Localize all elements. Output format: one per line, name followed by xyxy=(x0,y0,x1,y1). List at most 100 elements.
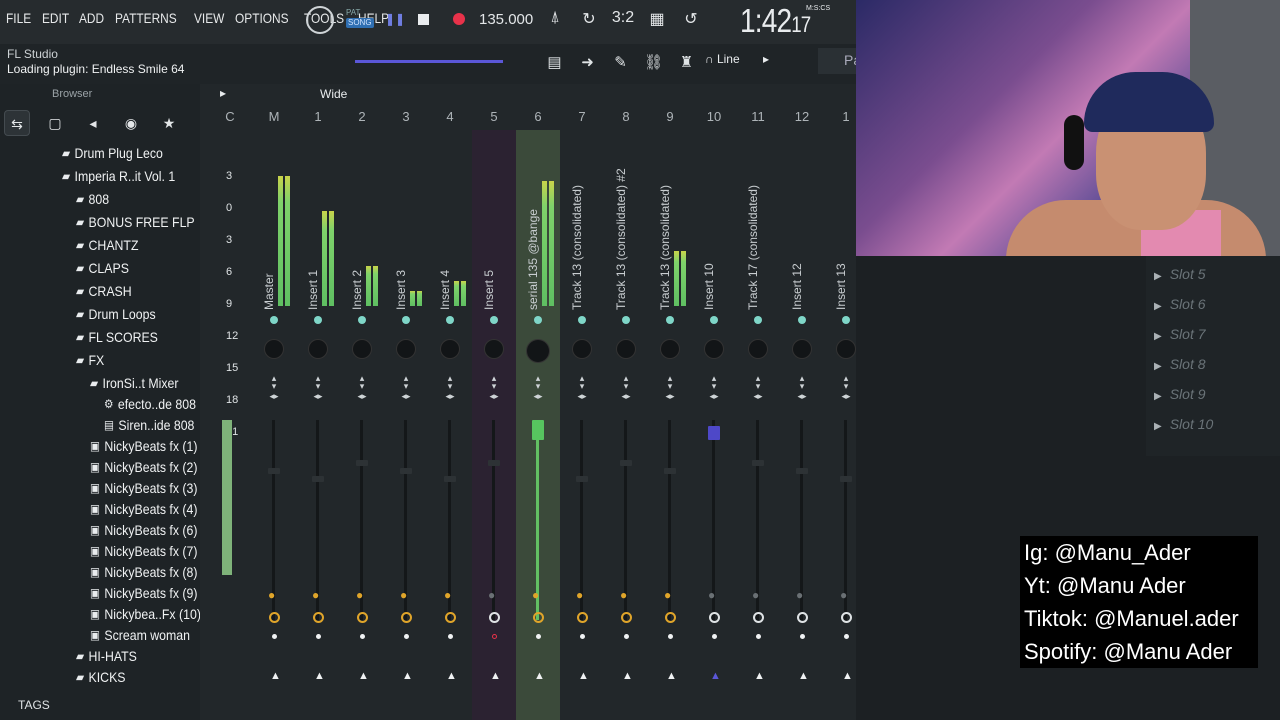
stereo-sep-arrows-icon[interactable]: ▴ ▾ xyxy=(664,374,676,391)
stereo-sep-arrows-icon[interactable]: ▴ ▾ xyxy=(796,374,808,391)
pan-knob[interactable] xyxy=(527,340,549,362)
snap-selector[interactable]: ∩ Line ▸ xyxy=(705,52,769,66)
swap-channels-icon[interactable]: ◂▸ xyxy=(532,392,544,401)
mixer-track-7[interactable]: serial 135 @bange ▴ ▾ ◂▸ ● ▲ xyxy=(516,130,560,720)
menu-edit[interactable]: EDIT xyxy=(42,10,69,26)
browser-item[interactable]: ▰ Drum Loops xyxy=(76,303,156,325)
track-name[interactable]: Master xyxy=(262,273,276,310)
volume-fader[interactable] xyxy=(444,476,456,482)
stereo-sep-arrows-icon[interactable]: ▴ ▾ xyxy=(752,374,764,391)
time-mode-label[interactable]: M:S:CS xyxy=(806,5,830,12)
piano-icon[interactable]: ▤ xyxy=(542,53,567,71)
browser-favorites-tab-icon[interactable]: ★ xyxy=(156,110,182,136)
swap-channels-icon[interactable]: ◂▸ xyxy=(356,392,368,401)
track-name[interactable]: serial 135 @bange xyxy=(526,209,540,310)
track-number[interactable]: 10 xyxy=(692,109,736,124)
arrow-right-icon[interactable]: ➜ xyxy=(575,53,600,71)
track-name[interactable]: Insert 4 xyxy=(438,270,452,310)
delay-comp-icon[interactable] xyxy=(841,612,852,623)
volume-fader[interactable] xyxy=(532,420,544,440)
volume-fader[interactable] xyxy=(576,476,588,482)
send-arrow-icon[interactable]: ▲ xyxy=(798,670,809,682)
song-position[interactable]: 1:4217 xyxy=(740,2,811,40)
stereo-sep-arrows-icon[interactable]: ▴ ▾ xyxy=(840,374,852,391)
mute-bulb-icon[interactable]: ● xyxy=(620,588,627,602)
track-name[interactable]: Track 13 (consolidated) xyxy=(570,185,584,310)
mixer-menu-arrow-icon[interactable]: ▸ xyxy=(220,86,226,100)
route-indicator[interactable] xyxy=(314,316,322,324)
pan-knob[interactable] xyxy=(705,340,723,358)
mixer-track-1[interactable]: Master ▴ ▾ ◂▸ ● ▲ xyxy=(252,130,296,720)
arm-record-icon[interactable] xyxy=(624,634,629,639)
volume-fader[interactable] xyxy=(752,460,764,466)
send-arrow-icon[interactable]: ▲ xyxy=(842,670,853,682)
mixer-track-9[interactable]: Track 13 (consolidated) #2 ▴ ▾ ◂▸ ● ▲ xyxy=(604,130,648,720)
send-arrow-icon[interactable]: ▲ xyxy=(622,670,633,682)
delay-comp-icon[interactable] xyxy=(357,612,368,623)
send-arrow-icon[interactable]: ▲ xyxy=(754,670,765,682)
menu-add[interactable]: ADD xyxy=(79,10,104,26)
send-arrow-icon[interactable]: ▲ xyxy=(578,670,589,682)
mute-bulb-icon[interactable]: ● xyxy=(312,588,319,602)
mute-bulb-icon[interactable]: ● xyxy=(576,588,583,602)
volume-fader[interactable] xyxy=(708,426,720,440)
delay-comp-icon[interactable] xyxy=(313,612,324,623)
browser-item[interactable]: ▣ Nickybea..Fx (10) xyxy=(90,603,201,625)
wait-for-input-icon[interactable]: ↻ xyxy=(577,9,601,29)
route-indicator[interactable] xyxy=(710,316,718,324)
delay-comp-icon[interactable] xyxy=(401,612,412,623)
pan-knob[interactable] xyxy=(617,340,635,358)
mixer-track-6[interactable]: Insert 5 ▴ ▾ ◂▸ ● ▲ xyxy=(472,130,516,720)
volume-fader[interactable] xyxy=(620,460,632,466)
route-indicator[interactable] xyxy=(270,316,278,324)
brush-icon[interactable]: ✎ xyxy=(608,53,633,71)
pan-knob[interactable] xyxy=(573,340,591,358)
route-indicator[interactable] xyxy=(666,316,674,324)
menu-options[interactable]: OPTIONS xyxy=(235,10,289,26)
mute-bulb-icon[interactable]: ● xyxy=(268,588,275,602)
route-indicator[interactable] xyxy=(534,316,542,324)
pan-knob[interactable] xyxy=(265,340,283,358)
route-indicator[interactable] xyxy=(490,316,498,324)
swap-channels-icon[interactable]: ◂▸ xyxy=(620,392,632,401)
track-name[interactable]: Track 17 (consolidated) xyxy=(746,185,760,310)
route-indicator[interactable] xyxy=(622,316,630,324)
arm-record-icon[interactable] xyxy=(756,634,761,639)
mute-bulb-icon[interactable]: ● xyxy=(664,588,671,602)
browser-item[interactable]: ▰ 808 xyxy=(76,188,109,210)
volume-fader[interactable] xyxy=(400,468,412,474)
browser-item[interactable]: ▰ CHANTZ xyxy=(76,234,138,256)
swap-channels-icon[interactable]: ◂▸ xyxy=(752,392,764,401)
arm-record-icon[interactable] xyxy=(712,634,717,639)
browser-item[interactable]: ▰ BONUS FREE FLP xyxy=(76,211,195,233)
countdown-icon[interactable]: 3:2 xyxy=(611,9,635,29)
stereo-sep-arrows-icon[interactable]: ▴ ▾ xyxy=(400,374,412,391)
pat-song-toggle[interactable]: PAT SONG xyxy=(346,8,374,28)
mixer-track-4[interactable]: Insert 3 ▴ ▾ ◂▸ ● ▲ xyxy=(384,130,428,720)
track-name[interactable]: Insert 5 xyxy=(482,270,496,310)
stereo-sep-arrows-icon[interactable]: ▴ ▾ xyxy=(444,374,456,391)
mixer-track-0[interactable]: 3 0 3 6 9 12 15 18 21 xyxy=(208,130,252,720)
stereo-sep-arrows-icon[interactable]: ▴ ▾ xyxy=(576,374,588,391)
route-indicator[interactable] xyxy=(798,316,806,324)
arm-record-icon[interactable] xyxy=(580,634,585,639)
browser-all-tab-icon[interactable]: ⇆ xyxy=(4,110,30,136)
track-number[interactable]: 3 xyxy=(384,109,428,124)
send-arrow-icon[interactable]: ▲ xyxy=(534,670,545,682)
swap-channels-icon[interactable]: ◂▸ xyxy=(796,392,808,401)
track-name[interactable]: Insert 12 xyxy=(790,263,804,310)
route-indicator[interactable] xyxy=(754,316,762,324)
swap-channels-icon[interactable]: ◂▸ xyxy=(840,392,852,401)
effect-slot[interactable]: ▶ Slot 7 xyxy=(1154,326,1206,342)
mixer-view-label[interactable]: Wide xyxy=(320,87,347,101)
stereo-sep-arrows-icon[interactable]: ▴ ▾ xyxy=(620,374,632,391)
mute-bulb-icon[interactable]: ● xyxy=(444,588,451,602)
pan-knob[interactable] xyxy=(837,340,855,358)
arm-record-icon[interactable] xyxy=(492,634,497,639)
track-number[interactable]: 11 xyxy=(736,109,780,124)
link-icon[interactable]: ⛓ xyxy=(641,53,666,71)
track-name[interactable]: Track 13 (consolidated) xyxy=(658,185,672,310)
arm-record-icon[interactable] xyxy=(800,634,805,639)
send-arrow-icon[interactable]: ▲ xyxy=(402,670,413,682)
route-indicator[interactable] xyxy=(446,316,454,324)
